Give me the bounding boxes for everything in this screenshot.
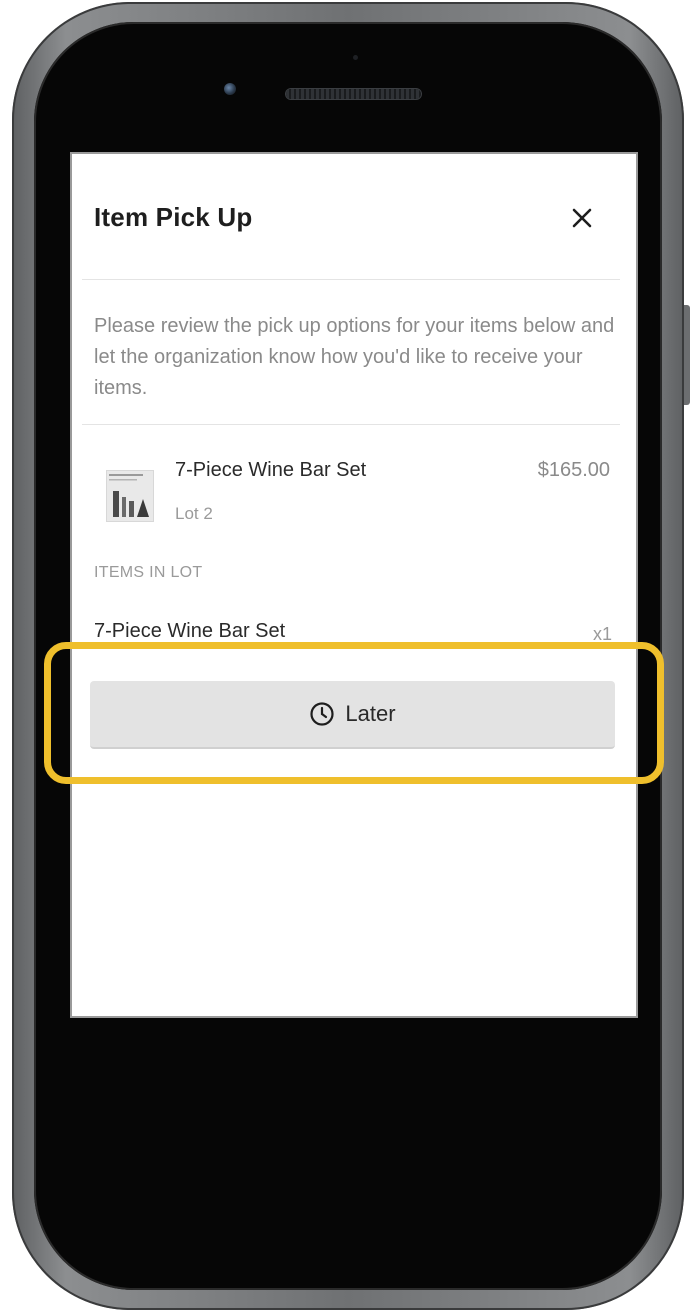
lot-thumbnail [106, 470, 154, 522]
pickup-later-button[interactable]: Later [90, 681, 615, 749]
earpiece-speaker [286, 89, 421, 99]
proximity-sensor [353, 55, 358, 60]
item-quantity: x1 [592, 624, 612, 644]
close-button[interactable] [562, 198, 602, 238]
list-item: 7-Piece Wine Bar Set x1 [72, 620, 636, 646]
intro-divider [82, 424, 620, 425]
lot-name: 7-Piece Wine Bar Set [175, 459, 367, 481]
lot-number: Lot 2 [175, 504, 213, 523]
modal-title: Item Pick Up [94, 202, 253, 232]
close-icon [572, 208, 592, 228]
pickup-later-label: Later [345, 701, 396, 726]
wine-set-image [107, 471, 153, 521]
item-name: 7-Piece Wine Bar Set [94, 620, 286, 642]
lot-price: $165.00 [537, 459, 610, 481]
items-in-lot-heading: ITEMS IN LOT [94, 564, 203, 581]
header-divider [82, 279, 620, 280]
modal-header: Item Pick Up [72, 154, 636, 279]
item-pickup-modal: Item Pick Up Please review the pick up o… [70, 152, 638, 1018]
phone-mockup: Item Pick Up Please review the pick up o… [0, 0, 694, 1314]
front-camera [224, 83, 236, 95]
clock-icon [310, 702, 335, 726]
intro-text: Please review the pick up options for yo… [94, 315, 615, 399]
